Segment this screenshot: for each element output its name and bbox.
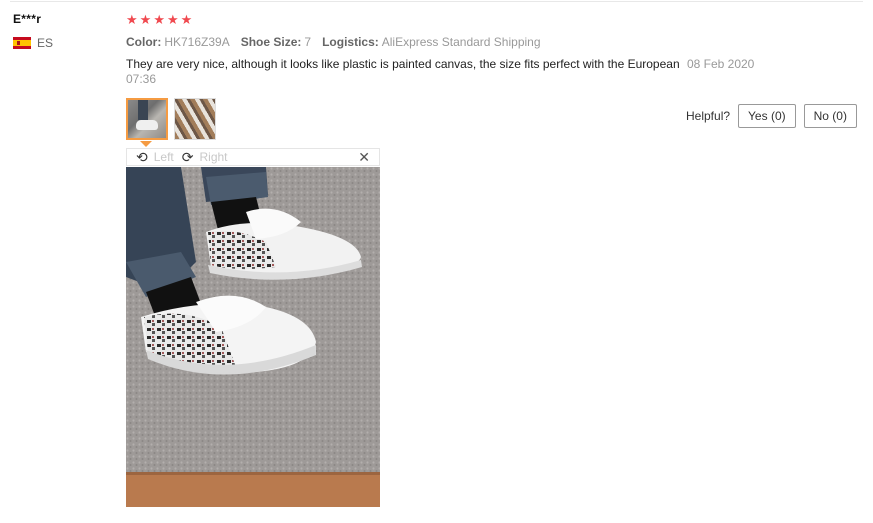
review-photo-large (126, 167, 380, 507)
star-icon: ★ (139, 12, 152, 27)
logistics-value: AliExpress Standard Shipping (381, 35, 541, 49)
star-rating: ★ ★ ★ ★ ★ (126, 13, 192, 27)
thumbnail-shoe-shape (136, 120, 158, 130)
separator-line (10, 1, 863, 2)
star-icon: ★ (126, 12, 138, 27)
star-icon: ★ (166, 12, 179, 27)
review-text: They are very nice, although it looks li… (126, 57, 680, 71)
sneakers-photo-illustration (126, 167, 380, 507)
order-info: Color: HK716Z39A Shoe Size: 7 Logistics: Al… (126, 35, 541, 49)
color-value: HK716Z39A (164, 35, 230, 49)
rotate-right-icon: ⟳ (181, 149, 194, 165)
star-icon: ★ (153, 12, 165, 27)
spain-flag-icon (13, 37, 31, 49)
image-viewer-toolbar: ⟲ Left ⟳ Right ✕ (126, 148, 380, 166)
helpful-label: Helpful? (686, 109, 731, 123)
size-value: 7 (304, 35, 312, 49)
logistics-info: Logistics: AliExpress Standard Shipping (322, 35, 540, 49)
rotate-left-label: Left (153, 150, 174, 164)
review-thumbnails (126, 98, 216, 140)
thumbnail-leg-shape (138, 100, 148, 120)
rotate-right-label: Right (199, 150, 228, 164)
reviewer-name: E***r (13, 12, 42, 26)
star-icon: ★ (180, 12, 193, 27)
rotate-right-button[interactable]: ⟳ Right (182, 150, 228, 164)
color-label: Color: (126, 35, 162, 49)
country-code: ES (37, 36, 54, 50)
size-label: Shoe Size: (240, 35, 302, 49)
color-info: Color: HK716Z39A (126, 35, 230, 49)
review-body: They are very nice, although it looks li… (126, 57, 756, 87)
size-info: Shoe Size: 7 (241, 35, 311, 49)
reviewer-country: ES (13, 36, 53, 50)
helpful-yes-button[interactable]: Yes (0) (738, 104, 796, 128)
close-icon[interactable]: ✕ (358, 149, 370, 165)
thumbnail-2[interactable] (174, 98, 216, 140)
rotate-left-icon: ⟲ (136, 149, 148, 165)
helpful-no-button[interactable]: No (0) (803, 104, 857, 128)
active-thumbnail-indicator (140, 141, 152, 147)
thumbnail-1[interactable] (126, 98, 168, 140)
logistics-label: Logistics: (322, 35, 379, 49)
helpful-section: Helpful? Yes (0) No (0) (686, 104, 857, 128)
rotate-left-button[interactable]: ⟲ Left (136, 150, 174, 164)
